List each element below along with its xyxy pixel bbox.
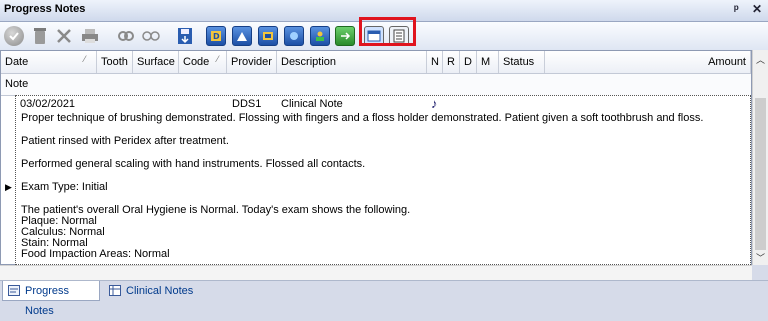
glasses-icon[interactable] <box>141 26 161 46</box>
row-provider: DDS1 <box>232 98 262 110</box>
exam-summary-line-2: Plaque: Normal <box>21 215 97 227</box>
column-m[interactable]: M <box>477 51 499 73</box>
save-disk-icon[interactable] <box>175 26 195 46</box>
patient-icon[interactable] <box>310 26 330 46</box>
exam-summary-line-3: Calculus: Normal <box>21 226 105 238</box>
table-row[interactable]: 03/02/2021 DDS1 Clinical Note ♪ Proper t… <box>15 95 751 265</box>
column-surface[interactable]: Surface <box>133 51 179 73</box>
exam-summary-line-1: The patient's overall Oral Hygiene is No… <box>21 204 411 216</box>
column-d[interactable]: D <box>460 51 477 73</box>
note-line-1: Proper technique of brushing demonstrate… <box>21 112 704 124</box>
column-date-label: Date <box>5 56 29 68</box>
chart-icon[interactable] <box>232 26 252 46</box>
column-tooth[interactable]: Tooth <box>97 51 133 73</box>
tools-icon[interactable] <box>54 26 74 46</box>
column-date[interactable]: Date ⁄ <box>1 51 97 73</box>
note-line-2: Patient rinsed with Peridex after treatm… <box>21 135 229 147</box>
tab-progress-notes[interactable]: Progress Notes <box>2 281 100 317</box>
note-subheader-label: Note <box>5 78 29 90</box>
print-icon[interactable] <box>80 26 100 46</box>
delete-trash-icon[interactable] <box>30 26 50 46</box>
complete-check-icon[interactable] <box>4 26 24 46</box>
tab-clinical-notes[interactable]: Clinical Notes <box>104 281 200 301</box>
column-description[interactable]: Description <box>277 51 427 73</box>
note-line-3: Performed general scaling with hand inst… <box>21 158 366 170</box>
progress-notes-tab-icon <box>8 285 20 296</box>
note-subheader: Note <box>1 74 751 96</box>
row-note-text: Proper technique of brushing demonstrate… <box>21 113 741 260</box>
pin-icon[interactable]: ᵖ <box>734 2 739 16</box>
svg-text:D: D <box>213 32 220 41</box>
column-header-row: Date ⁄ Tooth Surface Code ⁄ Provider Des… <box>1 51 751 74</box>
tx-icon[interactable]: D <box>206 26 226 46</box>
horizontal-scrollbar[interactable] <box>0 265 752 280</box>
close-icon[interactable]: ✕ <box>752 2 762 16</box>
column-r[interactable]: R <box>443 51 460 73</box>
link-icon[interactable] <box>116 26 136 46</box>
tab-progress-notes-label: Progress Notes <box>25 285 70 317</box>
column-code[interactable]: Code ⁄ <box>179 51 227 73</box>
vertical-scrollbar[interactable]: ︿ ﹀ <box>752 50 768 265</box>
perio-icon[interactable] <box>284 26 304 46</box>
scroll-up-icon[interactable]: ︿ <box>756 53 765 66</box>
panel-title: Progress Notes <box>4 3 86 15</box>
note-line-4: Exam Type: Initial <box>21 181 108 193</box>
column-code-label: Code <box>183 56 210 68</box>
row-date: 03/02/2021 <box>20 98 76 110</box>
refresh-icon[interactable] <box>335 26 355 46</box>
clinical-notes-tab-icon <box>109 285 121 296</box>
exam-icon[interactable] <box>258 26 278 46</box>
exam-summary-line-5: Food Impaction Areas: Normal <box>21 248 170 260</box>
tab-clinical-notes-label: Clinical Notes <box>126 285 194 297</box>
row-description: Clinical Note <box>281 98 343 110</box>
tab-bar: Progress Notes Clinical Notes <box>0 280 768 317</box>
highlight-box <box>359 17 416 46</box>
column-status[interactable]: Status <box>499 51 545 73</box>
note-indicator-icon: ♪ <box>431 96 438 111</box>
column-n[interactable]: N <box>427 51 443 73</box>
row-selector-icon[interactable]: ▶ <box>5 182 12 193</box>
column-amount[interactable]: Amount <box>545 51 751 73</box>
progress-notes-grid: Date ⁄ Tooth Surface Code ⁄ Provider Des… <box>0 50 752 265</box>
scroll-thumb[interactable] <box>755 98 766 250</box>
column-provider[interactable]: Provider <box>227 51 277 73</box>
scroll-down-icon[interactable]: ﹀ <box>756 251 765 264</box>
